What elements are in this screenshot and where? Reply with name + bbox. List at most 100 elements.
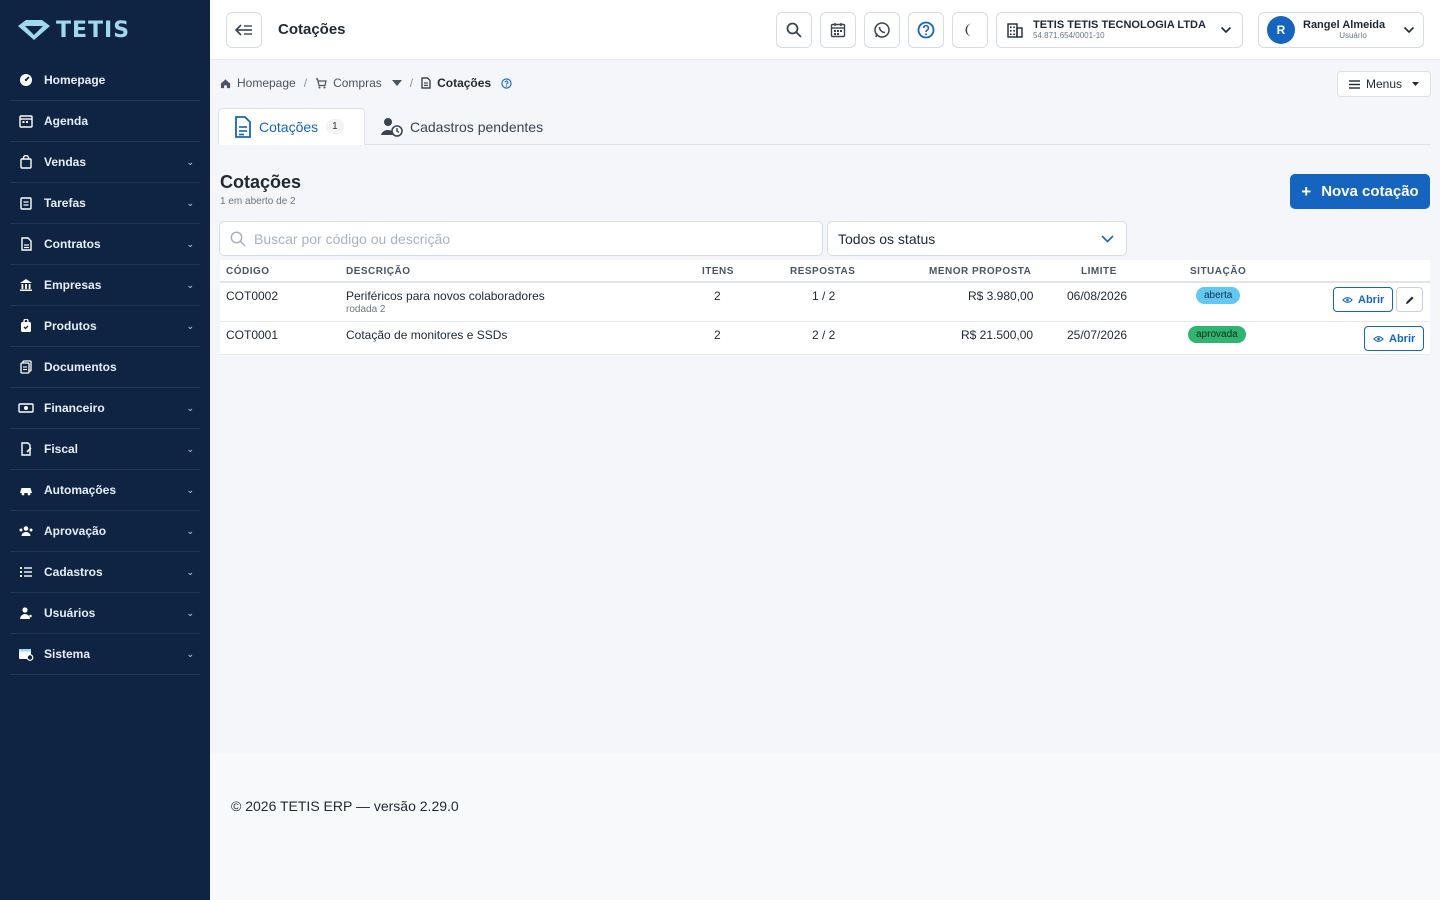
caret-down-icon — [391, 80, 402, 86]
avatar: R — [1267, 16, 1295, 44]
open-quote-button[interactable]: Abrir — [1364, 326, 1425, 351]
row-round: rodada 2 — [346, 304, 386, 315]
column-header-code[interactable]: CÓDIGO — [226, 266, 270, 277]
row-description: Periféricos para novos colaboradores — [346, 289, 545, 303]
section-title: Cotações — [220, 172, 302, 192]
sidebar-item-produtos[interactable]: Produtos ⌄ — [10, 306, 200, 347]
column-header-lowest-offer[interactable]: MENOR PROPOSTA — [929, 266, 1031, 277]
sidebar-item-automacoes[interactable]: Automações ⌄ — [10, 470, 200, 511]
document-icon — [421, 77, 431, 89]
dark-mode-toggle[interactable] — [952, 12, 988, 48]
help-icon[interactable] — [501, 77, 512, 89]
sidebar-item-vendas[interactable]: Vendas ⌄ — [10, 142, 200, 183]
chevron-down-icon: ⌄ — [186, 238, 194, 249]
page-title: Cotações — [278, 21, 346, 38]
eye-icon — [1342, 296, 1353, 303]
column-header-responses[interactable]: RESPOSTAS — [790, 266, 855, 277]
user-icon — [18, 605, 34, 621]
search-input[interactable] — [254, 230, 794, 247]
logo-text: TETIS — [56, 17, 131, 43]
column-header-description[interactable]: DESCRIÇÃO — [346, 266, 411, 277]
sidebar-item-label: Homepage — [44, 73, 106, 87]
status-filter-select[interactable]: Todos os status — [827, 221, 1127, 256]
sidebar-item-cadastros[interactable]: Cadastros ⌄ — [10, 552, 200, 593]
calendar-icon — [830, 23, 846, 38]
company-selector[interactable]: TETIS TETIS TECNOLOGIA LTDA 54.871.654/0… — [996, 12, 1243, 48]
user-menu[interactable]: R Rangel Almeida Usuário — [1258, 12, 1424, 48]
search-field — [219, 221, 823, 256]
sidebar-item-agenda[interactable]: Agenda — [10, 101, 200, 142]
sidebar-item-label: Cadastros — [44, 565, 103, 579]
menus-button[interactable]: Menus — [1337, 71, 1431, 97]
section-subtitle: 1 em aberto de 2 — [220, 196, 296, 207]
whatsapp-button[interactable] — [864, 12, 900, 48]
sidebar-item-usuarios[interactable]: Usuários ⌄ — [10, 593, 200, 634]
sidebar-item-documentos[interactable]: Documentos — [10, 347, 200, 388]
user-name: Rangel Almeida — [1303, 19, 1386, 31]
calendar-button[interactable] — [820, 12, 856, 48]
new-quote-label: Nova cotação — [1321, 183, 1419, 200]
tab-count-badge: 1 — [326, 119, 344, 134]
user-clock-icon — [381, 117, 403, 137]
search-icon — [786, 22, 802, 38]
logo-icon — [18, 20, 50, 40]
sidebar-item-label: Contratos — [44, 237, 101, 251]
tab-cadastros-pendentes[interactable]: Cadastros pendentes — [366, 108, 557, 145]
table-row: COT0002 Periféricos para novos colaborad… — [220, 283, 1430, 322]
sidebar-item-contratos[interactable]: Contratos ⌄ — [10, 224, 200, 265]
sidebar-item-financeiro[interactable]: Financeiro ⌄ — [10, 388, 200, 429]
search-button[interactable] — [776, 12, 812, 48]
arrow-left-icon — [235, 24, 252, 36]
chevron-down-icon: ⌄ — [186, 648, 194, 659]
sidebar-item-empresas[interactable]: Empresas ⌄ — [10, 265, 200, 306]
sidebar-item-tarefas[interactable]: Tarefas ⌄ — [10, 183, 200, 224]
sidebar-item-label: Agenda — [44, 114, 89, 128]
breadcrumb-compras[interactable]: Compras — [315, 76, 402, 90]
sidebar-item-sistema[interactable]: Sistema ⌄ — [10, 634, 200, 675]
sidebar-item-label: Aprovação — [44, 524, 107, 538]
chevron-down-icon — [1101, 234, 1114, 243]
column-header-items[interactable]: ITENS — [702, 266, 734, 277]
sidebar-item-aprovacao[interactable]: Aprovação ⌄ — [10, 511, 200, 552]
table-row: COT0001 Cotação de monitores e SSDs 2 2 … — [220, 322, 1430, 355]
breadcrumb-separator: / — [303, 76, 308, 90]
edit-quote-button[interactable] — [1396, 287, 1423, 312]
logo[interactable]: TETIS — [0, 0, 210, 60]
clipboard-icon — [18, 195, 34, 211]
chevron-down-icon: ⌄ — [186, 197, 194, 208]
chevron-down-icon: ⌄ — [186, 525, 194, 536]
collapse-sidebar-button[interactable] — [226, 12, 262, 48]
help-button[interactable] — [908, 12, 944, 48]
chevron-down-icon — [1220, 26, 1232, 34]
new-quote-button[interactable]: + Nova cotação — [1290, 174, 1430, 209]
sidebar-item-fiscal[interactable]: Fiscal ⌄ — [10, 429, 200, 470]
sidebar-item-label: Vendas — [44, 155, 87, 169]
chevron-down-icon: ⌄ — [186, 320, 194, 331]
sidebar-item-label: Sistema — [44, 647, 91, 661]
row-items: 2 — [714, 328, 721, 342]
car-icon — [18, 482, 34, 498]
chevron-down-icon: ⌄ — [186, 156, 194, 167]
money-icon — [18, 400, 34, 416]
footer-text: © 2026 TETIS ERP — versão 2.29.0 — [231, 798, 459, 814]
row-description: Cotação de monitores e SSDs — [346, 328, 508, 342]
breadcrumb-home[interactable]: Homepage — [220, 76, 296, 90]
breadcrumb-separator: / — [409, 76, 414, 90]
building-icon — [1007, 23, 1023, 38]
sidebar-item-label: Financeiro — [44, 401, 105, 415]
column-header-deadline[interactable]: LIMITE — [1081, 266, 1117, 277]
open-quote-label: Abrir — [1389, 332, 1416, 345]
tabs: Cotações 1 Cadastros pendentes — [218, 108, 1431, 145]
open-quote-button[interactable]: Abrir — [1333, 287, 1394, 312]
sidebar-item-label: Fiscal — [44, 442, 79, 456]
sidebar-item-homepage[interactable]: Homepage — [10, 60, 200, 101]
document-icon — [235, 115, 251, 138]
breadcrumb-current: Cotações — [421, 76, 512, 90]
hamburger-icon — [1348, 79, 1360, 89]
chevron-down-icon: ⌄ — [186, 607, 194, 618]
column-header-status[interactable]: SITUAÇÃO — [1190, 266, 1246, 277]
tab-cotacoes[interactable]: Cotações 1 — [218, 108, 365, 145]
moon-icon — [965, 23, 972, 37]
plus-icon: + — [1301, 181, 1312, 201]
sidebar-item-label: Produtos — [44, 319, 97, 333]
